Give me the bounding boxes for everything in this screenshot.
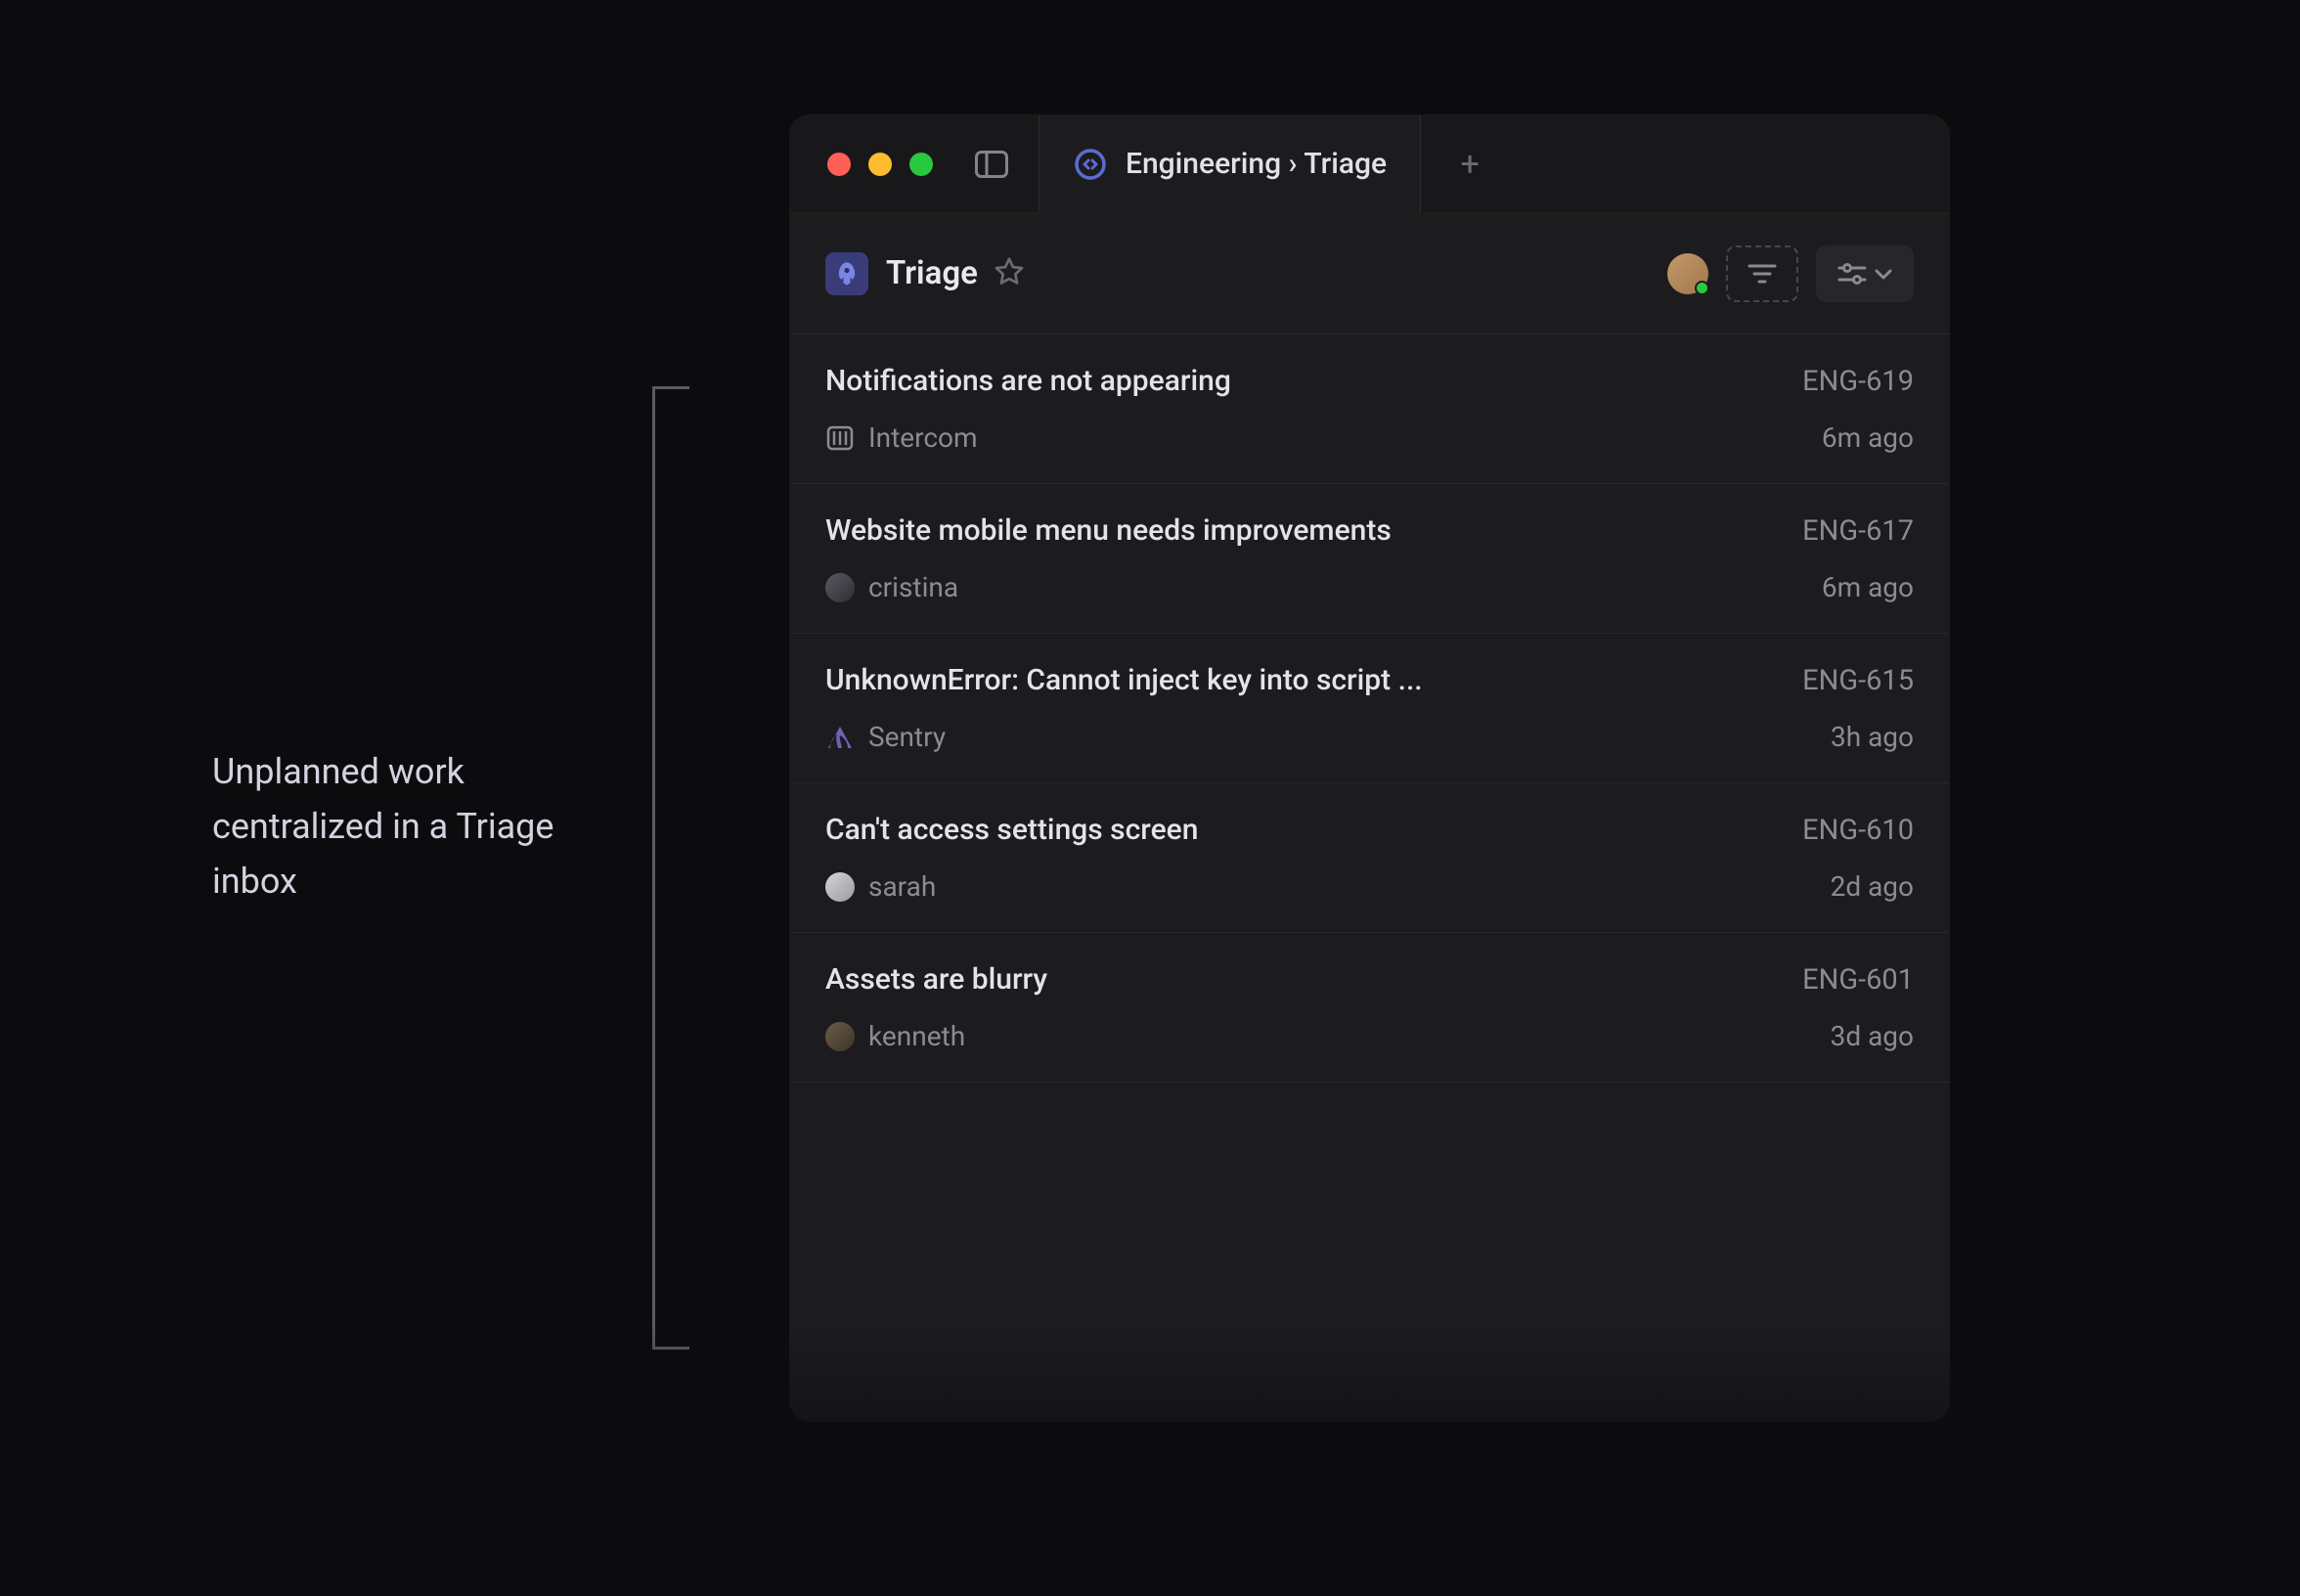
issue-source: Intercom bbox=[825, 421, 978, 454]
issue-id: ENG-610 bbox=[1802, 814, 1914, 847]
issue-timestamp: 3h ago bbox=[1831, 721, 1914, 753]
traffic-lights bbox=[790, 153, 933, 176]
marketing-caption: Unplanned work centralized in a Triage i… bbox=[212, 745, 603, 909]
app-window: Engineering › Triage + Triage bbox=[790, 115, 1949, 1421]
issue-list: Notifications are not appearing ENG-619 … bbox=[790, 334, 1949, 1083]
issue-source: Sentry bbox=[825, 721, 946, 753]
page-title: Triage bbox=[886, 254, 978, 292]
source-label: sarah bbox=[868, 870, 936, 903]
issue-source: kenneth bbox=[825, 1020, 965, 1052]
window-titlebar: Engineering › Triage + bbox=[790, 115, 1949, 213]
issue-title: Website mobile menu needs improvements bbox=[825, 513, 1392, 548]
presence-indicator bbox=[1695, 281, 1709, 295]
plus-icon: + bbox=[1460, 145, 1479, 184]
user-avatar-icon bbox=[825, 1022, 855, 1051]
source-label: Intercom bbox=[868, 421, 978, 454]
source-label: cristina bbox=[868, 571, 958, 603]
source-label: Sentry bbox=[868, 721, 946, 753]
user-avatar[interactable] bbox=[1667, 253, 1708, 294]
new-tab-button[interactable]: + bbox=[1421, 115, 1519, 212]
cycle-icon bbox=[1073, 147, 1108, 182]
issue-id: ENG-615 bbox=[1802, 664, 1914, 697]
issue-row[interactable]: Notifications are not appearing ENG-619 … bbox=[790, 334, 1949, 484]
page-header: Triage bbox=[790, 213, 1949, 334]
bracket-decoration bbox=[652, 386, 689, 1350]
triage-project-icon bbox=[825, 252, 868, 295]
issue-id: ENG-619 bbox=[1802, 365, 1914, 398]
intercom-icon bbox=[825, 423, 855, 453]
user-avatar-icon bbox=[825, 872, 855, 902]
issue-title: Assets are blurry bbox=[825, 962, 1047, 997]
sentry-icon bbox=[825, 723, 855, 752]
star-icon bbox=[994, 256, 1025, 288]
chevron-down-icon bbox=[1875, 268, 1892, 280]
issue-timestamp: 2d ago bbox=[1831, 870, 1914, 903]
filter-button[interactable] bbox=[1726, 245, 1798, 302]
filter-icon bbox=[1747, 262, 1777, 286]
zoom-button[interactable] bbox=[909, 153, 933, 176]
issue-timestamp: 3d ago bbox=[1831, 1020, 1914, 1052]
issue-source: sarah bbox=[825, 870, 936, 903]
sidebar-toggle-button[interactable] bbox=[974, 150, 1009, 179]
close-button[interactable] bbox=[827, 153, 851, 176]
rocket-icon bbox=[833, 260, 861, 288]
issue-source: cristina bbox=[825, 571, 958, 603]
issue-timestamp: 6m ago bbox=[1822, 571, 1914, 603]
user-avatar-icon bbox=[825, 573, 855, 602]
tab-label: Engineering › Triage bbox=[1126, 147, 1387, 181]
issue-title: UnknownError: Cannot inject key into scr… bbox=[825, 663, 1423, 697]
issue-title: Notifications are not appearing bbox=[825, 364, 1231, 398]
issue-id: ENG-617 bbox=[1802, 514, 1914, 548]
issue-id: ENG-601 bbox=[1802, 963, 1914, 997]
issue-title: Can't access settings screen bbox=[825, 813, 1198, 847]
issue-timestamp: 6m ago bbox=[1822, 421, 1914, 454]
issue-row[interactable]: Assets are blurry ENG-601 kenneth 3d ago bbox=[790, 933, 1949, 1083]
issue-row[interactable]: Can't access settings screen ENG-610 sar… bbox=[790, 783, 1949, 933]
issue-row[interactable]: UnknownError: Cannot inject key into scr… bbox=[790, 634, 1949, 783]
favorite-button[interactable] bbox=[994, 256, 1029, 291]
source-label: kenneth bbox=[868, 1020, 965, 1052]
tab-engineering-triage[interactable]: Engineering › Triage bbox=[1039, 115, 1421, 212]
sliders-icon bbox=[1837, 262, 1867, 286]
issue-row[interactable]: Website mobile menu needs improvements E… bbox=[790, 484, 1949, 634]
display-options-button[interactable] bbox=[1816, 245, 1914, 302]
minimize-button[interactable] bbox=[868, 153, 892, 176]
